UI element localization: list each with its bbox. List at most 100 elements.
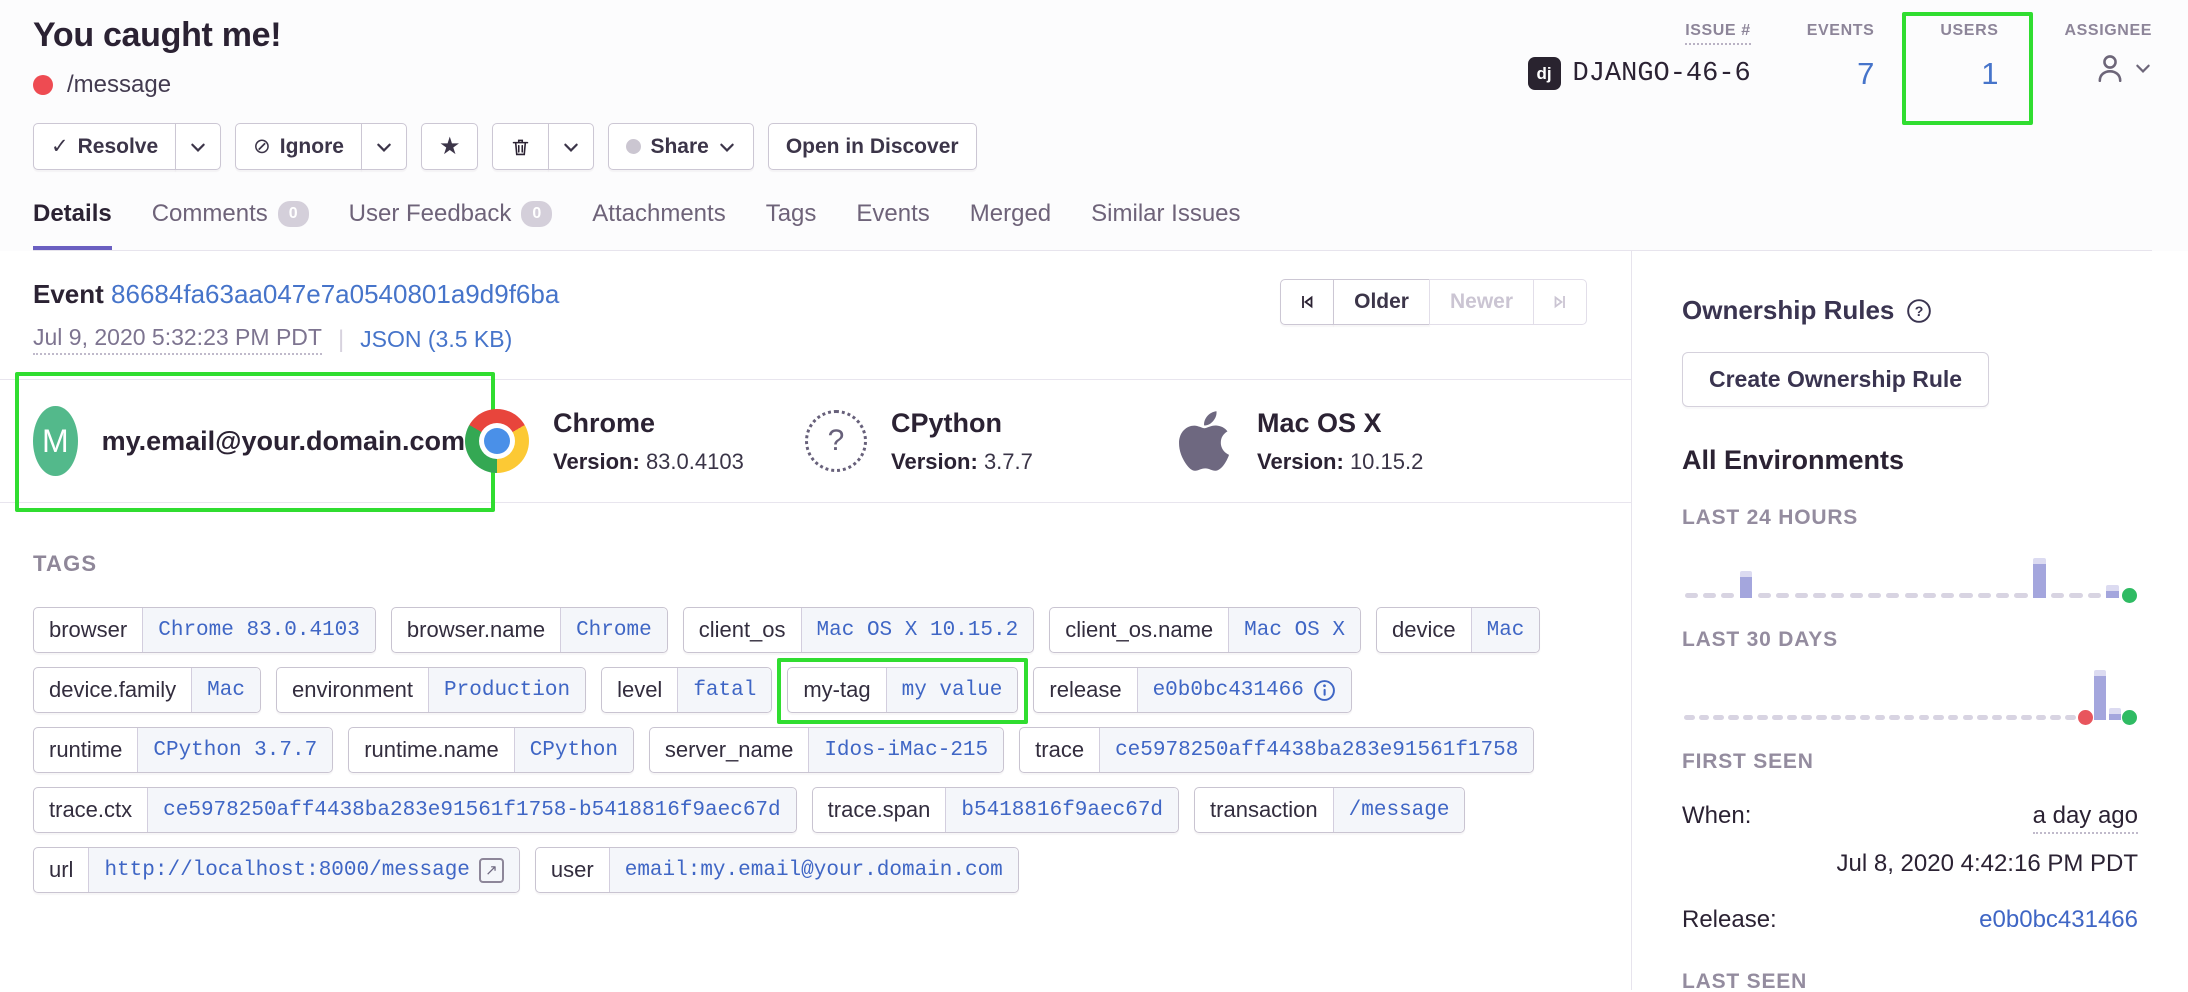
tag-value-link[interactable]: Idos-iMac-215	[808, 728, 1003, 772]
tag-pill-level: levelfatal	[601, 667, 772, 713]
environments-title: All Environments	[1682, 445, 2138, 476]
tag-value-link[interactable]: Mac OS X 10.15.2	[801, 608, 1034, 652]
event-json-link[interactable]: JSON (3.5 KB)	[360, 326, 512, 353]
event-pagination: Older Newer	[1280, 279, 1587, 325]
zero-dash	[1868, 593, 1881, 598]
assignee-selector[interactable]	[2092, 50, 2152, 86]
zero-dash	[1787, 715, 1798, 720]
issue-short-id: DJANGO-46-6	[1573, 59, 1751, 89]
ignore-dropdown-button[interactable]	[361, 123, 407, 170]
resolve-dropdown-button[interactable]	[175, 123, 221, 170]
chart-bin	[2085, 593, 2103, 598]
tag-pill-device.family: device.familyMac	[33, 667, 261, 713]
zero-dash	[1713, 715, 1724, 720]
tag-value-link[interactable]: my value	[886, 668, 1018, 712]
tag-value-link[interactable]: CPython	[514, 728, 633, 772]
tag-value-link[interactable]: e0b0bc431466	[1137, 668, 1351, 712]
zero-dash	[1996, 593, 2009, 598]
newer-event-button[interactable]: Newer	[1429, 279, 1534, 325]
tag-value-link[interactable]: ce5978250aff4438ba283e91561f1758-b541881…	[147, 788, 796, 832]
tag-value-link[interactable]: Production	[428, 668, 585, 712]
ignore-button[interactable]: ⊘ Ignore	[235, 123, 362, 170]
release-info-icon[interactable]	[1313, 679, 1336, 702]
apple-icon	[1175, 407, 1233, 475]
skip-to-latest-button[interactable]	[1533, 279, 1587, 325]
tag-value-link[interactable]: email:my.email@your.domain.com	[609, 848, 1018, 892]
chart-bin	[1847, 593, 1865, 598]
tag-value-link[interactable]: /message	[1333, 788, 1465, 832]
resolve-button[interactable]: ✓ Resolve	[33, 123, 176, 170]
tab-similar-issues[interactable]: Similar Issues	[1091, 200, 1240, 250]
tag-value-link[interactable]: Mac	[1471, 608, 1540, 652]
os-context-card: Mac OS X Version: 10.15.2	[1175, 407, 1423, 475]
tag-value-link[interactable]: Mac	[191, 668, 260, 712]
chart-bin	[2093, 670, 2108, 720]
chart-bin	[1726, 715, 1741, 720]
zero-dash	[1905, 593, 1918, 598]
external-link-icon[interactable]: ↗	[479, 858, 504, 883]
issue-sidebar: Ownership Rules ? Create Ownership Rule …	[1632, 251, 2188, 990]
tag-value-link[interactable]: CPython 3.7.7	[137, 728, 332, 772]
tab-events[interactable]: Events	[856, 200, 929, 250]
tag-key: runtime	[34, 728, 137, 772]
tag-value-link[interactable]: fatal	[677, 668, 771, 712]
create-ownership-rule-button[interactable]: Create Ownership Rule	[1682, 352, 1989, 407]
delete-button[interactable]	[492, 123, 549, 170]
tag-value-link[interactable]: Chrome	[560, 608, 667, 652]
chart-bin	[1810, 593, 1828, 598]
oldest-event-button[interactable]	[1280, 279, 1334, 325]
chart-bin	[1902, 715, 1917, 720]
star-icon: ★	[439, 132, 461, 161]
users-count[interactable]: 1	[1981, 56, 1998, 92]
tag-value-link[interactable]: Mac OS X	[1228, 608, 1360, 652]
events-sparkline-24h	[1682, 546, 2137, 598]
delete-dropdown-button[interactable]	[548, 123, 594, 170]
last-24-hours-label: LAST 24 HOURS	[1682, 506, 2138, 530]
chrome-icon	[465, 409, 529, 473]
chart-bin	[2004, 715, 2019, 720]
chart-bin	[1770, 715, 1785, 720]
browser-version: 83.0.4103	[646, 449, 744, 474]
tag-pill-browser.name: browser.nameChrome	[391, 607, 668, 653]
chart-bin	[2034, 715, 2049, 720]
tab-attachments[interactable]: Attachments	[592, 200, 725, 250]
tab-user-feedback[interactable]: User Feedback0	[349, 200, 553, 250]
bookmark-star-button[interactable]: ★	[421, 123, 479, 170]
tab-comments[interactable]: Comments0	[152, 200, 309, 250]
share-button[interactable]: Share	[608, 123, 753, 170]
users-label: USERS	[1940, 22, 1998, 40]
zero-dash	[1977, 715, 1988, 720]
first-seen-release-link[interactable]: e0b0bc431466	[1979, 906, 2138, 934]
tag-key: trace.span	[813, 788, 946, 832]
tag-value-link[interactable]: Chrome 83.0.4103	[142, 608, 375, 652]
tag-key: client_os.name	[1050, 608, 1228, 652]
chart-bin	[1755, 715, 1770, 720]
event-count-bar	[2109, 708, 2121, 720]
tag-value-link[interactable]: ce5978250aff4438ba283e91561f1758	[1099, 728, 1533, 772]
chart-bin	[1975, 715, 1990, 720]
tag-value-link[interactable]: http://localhost:8000/message↗	[88, 848, 518, 892]
event-id-link[interactable]: 86684fa63aa047e7a0540801a9d9f6ba	[111, 279, 559, 309]
tab-details[interactable]: Details	[33, 200, 112, 250]
chart-bin	[1700, 593, 1718, 598]
help-question-icon[interactable]: ?	[1906, 298, 1932, 324]
zero-dash	[1831, 715, 1842, 720]
ownership-rules-title: Ownership Rules	[1682, 295, 1894, 326]
chevron-down-icon	[375, 138, 393, 156]
chart-bin	[2030, 558, 2048, 598]
tag-key: device.family	[34, 668, 191, 712]
user-context-card[interactable]: M my.email@your.domain.com	[33, 406, 465, 476]
tag-value-link[interactable]: b5418816f9aec67d	[945, 788, 1178, 832]
events-count[interactable]: 7	[1857, 56, 1874, 92]
release-label: Release:	[1682, 906, 1777, 934]
event-count-bar	[2033, 558, 2045, 598]
chart-bin	[1865, 593, 1883, 598]
open-in-discover-button[interactable]: Open in Discover	[768, 123, 977, 170]
tab-tags[interactable]: Tags	[766, 200, 817, 250]
tab-merged[interactable]: Merged	[970, 200, 1051, 250]
tag-key: my-tag	[788, 668, 885, 712]
runtime-name: CPython	[891, 408, 1033, 439]
zero-dash	[1776, 593, 1789, 598]
chart-bin	[1711, 715, 1726, 720]
older-event-button[interactable]: Older	[1333, 279, 1430, 325]
